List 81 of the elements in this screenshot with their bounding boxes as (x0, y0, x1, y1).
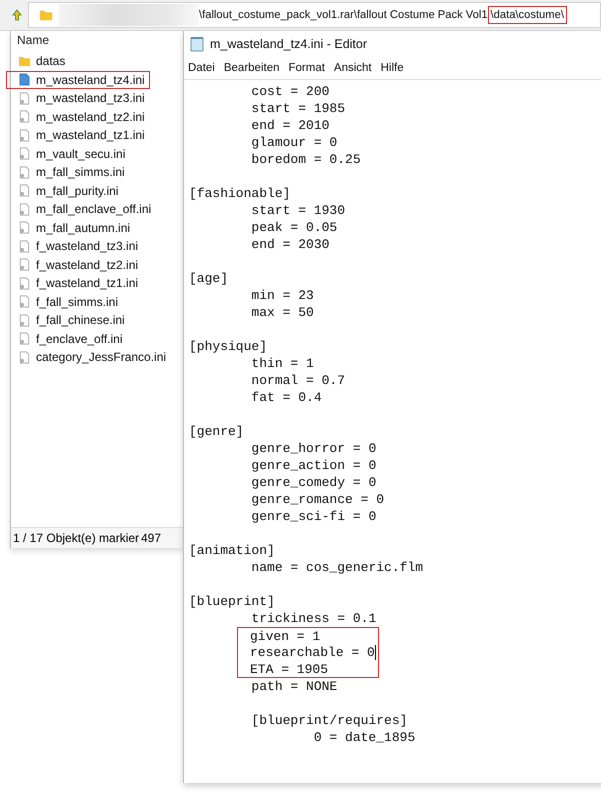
code-line: thin = 1 (250, 355, 314, 372)
status-text: 497 (140, 531, 162, 545)
code-line: [blueprint] (189, 593, 275, 610)
file-icon (18, 314, 31, 327)
file-item[interactable]: f_enclave_off.ini (6, 330, 128, 348)
folder-icon (39, 8, 53, 22)
code-line: trickiness = 0.1 (250, 610, 376, 627)
file-icon (18, 221, 31, 234)
file-item[interactable]: m_fall_autumn.ini (6, 218, 136, 237)
code-line: min = 23 (250, 287, 314, 304)
code-line: [genre] (189, 423, 244, 440)
code-line: [fashionable] (189, 185, 290, 202)
notepad-icon (190, 36, 204, 52)
file-item[interactable]: f_fall_chinese.ini (6, 311, 130, 330)
file-item[interactable]: f_wasteland_tz1.ini (6, 274, 144, 292)
up-arrow-icon[interactable] (12, 9, 22, 21)
code-line: [physique] (189, 338, 268, 355)
file-icon (18, 128, 31, 142)
file-item[interactable]: m_wasteland_tz3.ini (6, 89, 150, 108)
code-line: genre_romance = 0 (250, 491, 384, 508)
code-line: [age] (189, 270, 228, 287)
code-line: [blueprint/requires] (250, 712, 408, 729)
file-icon (18, 276, 31, 290)
file-icon (18, 110, 31, 124)
folder-icon (18, 54, 31, 68)
file-item[interactable]: category_JessFranco.ini (6, 348, 172, 366)
code-line: cost = 200 (250, 83, 330, 100)
code-line: normal = 0.7 (250, 372, 346, 389)
code-line: [animation] (189, 542, 275, 559)
file-icon (18, 295, 31, 308)
file-icon (18, 147, 31, 160)
file-item[interactable]: m_wasteland_tz2.ini (6, 108, 150, 126)
path-text: \data\costume\ (488, 6, 567, 24)
file-icon (18, 240, 31, 253)
menu-item[interactable]: Ansicht (334, 62, 372, 74)
code-line: end = 2010 (250, 117, 330, 134)
file-icon (18, 166, 31, 179)
file-item[interactable]: datas (6, 52, 70, 70)
file-item[interactable]: m_wasteland_tz1.ini (6, 126, 150, 144)
code-line: name = cos_generic.flm (250, 559, 424, 576)
menu-item[interactable]: Format (288, 62, 325, 74)
file-icon (18, 332, 31, 346)
code-line: genre_action = 0 (250, 457, 376, 474)
code-line: given = 1 (250, 628, 320, 644)
file-icon (18, 73, 31, 86)
file-icon (18, 202, 31, 216)
window-title: m_wasteland_tz4.ini - Editor (210, 37, 368, 51)
menu-item[interactable]: Datei (188, 62, 215, 74)
file-item[interactable]: m_fall_purity.ini (6, 182, 124, 200)
file-item[interactable]: f_wasteland_tz2.ini (6, 256, 144, 274)
path-text: \fallout_costume_pack_vol1.rar\fallout Costume Pack Vol1 (199, 8, 488, 23)
file-item[interactable]: m_wasteland_tz4.ini (6, 70, 150, 89)
menu-item[interactable]: Bearbeiten (224, 62, 280, 74)
file-item[interactable]: f_fall_simms.ini (6, 292, 124, 311)
code-line: researchable = 0 (250, 644, 375, 661)
code-line: end = 2030 (250, 236, 330, 253)
code-line: start = 1930 (250, 202, 346, 219)
menu-item[interactable]: Hilfe (380, 62, 404, 74)
address-bar[interactable]: \fallout_costume_pack_vol1.rar\fallout Costume Pack Vol1 \data\costume\ (28, 2, 601, 28)
code-line: glamour = 0 (250, 134, 338, 151)
code-line: start = 1985 (250, 100, 346, 117)
file-item[interactable]: m_fall_enclave_off.ini (6, 200, 156, 218)
code-line: peak = 0.05 (250, 219, 338, 236)
file-icon (18, 92, 31, 105)
column-header[interactable]: Name (14, 31, 183, 52)
status-text: 1 / 17 Objekt(e) markier (11, 531, 138, 545)
code-line: fat = 0.4 (250, 389, 322, 406)
file-item[interactable]: m_vault_secu.ini (6, 144, 130, 163)
file-item[interactable]: f_wasteland_tz3.ini (6, 237, 144, 256)
file-icon (18, 350, 31, 364)
code-line: max = 50 (250, 304, 314, 321)
file-icon (18, 184, 31, 198)
code-line: 0 = date_1895 (312, 729, 416, 746)
code-line: genre_horror = 0 (250, 440, 376, 457)
code-line: path = NONE (250, 678, 338, 695)
code-line: genre_comedy = 0 (250, 474, 376, 491)
code-line: ETA = 1905 (250, 660, 328, 678)
file-item[interactable]: m_fall_simms.ini (6, 163, 130, 182)
code-line: genre_sci-fi = 0 (250, 508, 376, 525)
code-line: boredom = 0.25 (250, 151, 361, 168)
file-icon (18, 258, 31, 272)
